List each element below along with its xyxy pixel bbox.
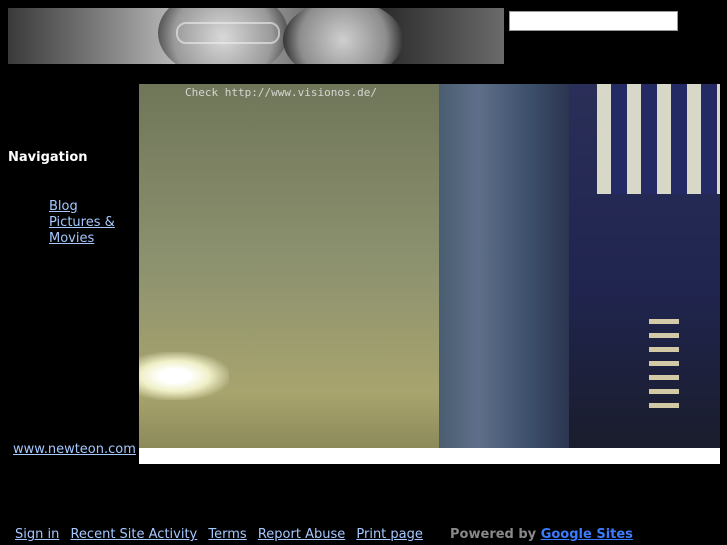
banner-glasses <box>176 22 280 44</box>
main-photo: Check http://www.visionos.de/ <box>139 84 720 448</box>
footer-link-sign-in[interactable]: Sign in <box>15 527 59 542</box>
navigation-heading: Navigation <box>8 150 88 165</box>
photo-curtain <box>439 84 569 448</box>
google-sites-link[interactable]: Google Sites <box>541 527 633 542</box>
page-footer: Sign in Recent Site Activity Terms Repor… <box>15 527 640 542</box>
powered-by-text: Powered by <box>450 527 537 542</box>
banner-face-right <box>283 8 403 64</box>
footer-link-report-abuse[interactable]: Report Abuse <box>258 527 345 542</box>
nav-item-pictures-movies[interactable]: Pictures & Movies <box>49 215 139 247</box>
powered-by-label: Powered by Google Sites <box>450 527 640 542</box>
photo-building-lights <box>649 319 679 409</box>
search-input[interactable] <box>509 11 678 31</box>
sidebar-site-link[interactable]: www.newteon.com <box>13 442 136 457</box>
footer-link-recent-activity[interactable]: Recent Site Activity <box>70 527 197 542</box>
nav-item-blog[interactable]: Blog <box>49 199 139 215</box>
header-banner-image <box>8 8 504 64</box>
footer-link-print-page[interactable]: Print page <box>356 527 423 542</box>
footer-link-terms[interactable]: Terms <box>208 527 246 542</box>
navigation-list: Blog Pictures & Movies <box>49 199 139 247</box>
photo-bottom-bar <box>139 448 720 464</box>
photo-awning <box>597 84 720 194</box>
photo-caption: Check http://www.visionos.de/ <box>185 86 378 99</box>
photo-light-glow <box>139 352 229 400</box>
